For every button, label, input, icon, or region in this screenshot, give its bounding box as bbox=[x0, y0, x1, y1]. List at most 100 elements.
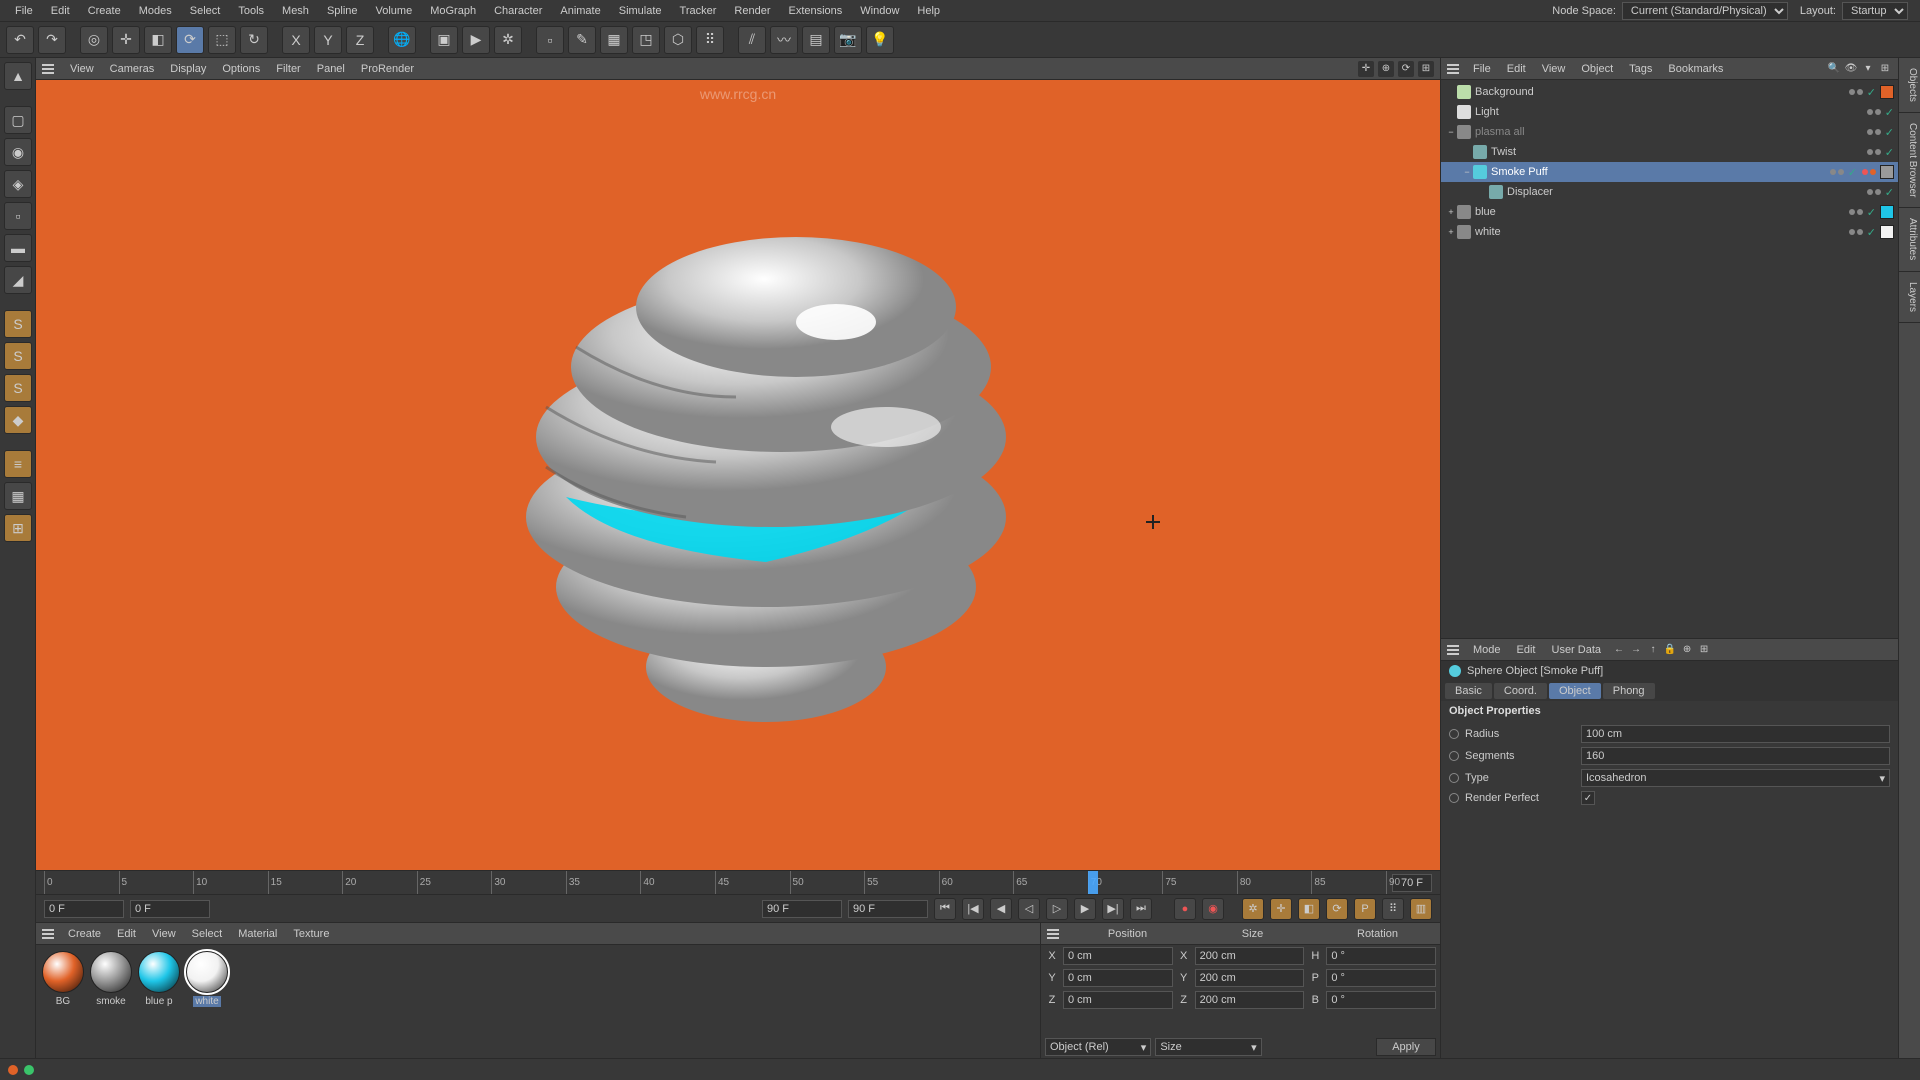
viewport-menu-filter[interactable]: Filter bbox=[268, 60, 308, 78]
tree-expand-icon[interactable]: + bbox=[1445, 227, 1457, 237]
snap2-button[interactable]: S bbox=[4, 374, 32, 402]
menu-tracker[interactable]: Tracker bbox=[671, 2, 726, 20]
menu-create[interactable]: Create bbox=[79, 2, 130, 20]
render-settings-button[interactable]: ✲ bbox=[494, 26, 522, 54]
pen-primitive-button[interactable]: ✎ bbox=[568, 26, 596, 54]
next-frame-button[interactable]: ▶ bbox=[1074, 898, 1096, 920]
field-button[interactable]: 〰 bbox=[770, 26, 798, 54]
vp-rotate-icon[interactable]: ⟳ bbox=[1398, 61, 1414, 77]
coord-apply-button[interactable]: Apply bbox=[1376, 1038, 1436, 1056]
attr-menu-mode[interactable]: Mode bbox=[1465, 641, 1509, 659]
viewport-solo3-button[interactable]: ⊞ bbox=[4, 514, 32, 542]
object-visibility-dots[interactable]: ✓ bbox=[1867, 126, 1894, 139]
attr-anim-dot[interactable] bbox=[1449, 729, 1459, 739]
tree-expand-icon[interactable]: − bbox=[1461, 167, 1473, 177]
coord-system-button[interactable]: 🌐 bbox=[388, 26, 416, 54]
object-visibility-dots[interactable]: ✓ bbox=[1849, 206, 1876, 219]
menu-spline[interactable]: Spline bbox=[318, 2, 367, 20]
layout-selector[interactable]: Layout: Startup bbox=[1794, 0, 1914, 23]
y-axis-button[interactable]: Y bbox=[314, 26, 342, 54]
node-space-selector[interactable]: Node Space: Current (Standard/Physical) bbox=[1546, 0, 1794, 23]
attr-max-icon[interactable]: ⊞ bbox=[1697, 643, 1711, 657]
objmgr-search-icon[interactable]: 🔍 bbox=[1827, 62, 1841, 76]
material-hamburger-icon[interactable] bbox=[42, 929, 54, 939]
object-smoke-puff[interactable]: −Smoke Puff✓ bbox=[1441, 162, 1898, 182]
poly-mode-button[interactable]: ◢ bbox=[4, 266, 32, 294]
coord-size-input[interactable]: 200 cm bbox=[1195, 991, 1305, 1009]
rot-key-button[interactable]: ⟳ bbox=[1326, 898, 1348, 920]
vp-zoom-icon[interactable]: ⊕ bbox=[1378, 61, 1394, 77]
material-tag-icon[interactable] bbox=[1880, 85, 1894, 99]
object-visibility-dots[interactable]: ✓ bbox=[1849, 86, 1876, 99]
objmgr-menu-bookmarks[interactable]: Bookmarks bbox=[1660, 60, 1731, 78]
render-view-button[interactable]: ▣ bbox=[430, 26, 458, 54]
coord-pos-input[interactable]: 0 cm bbox=[1063, 947, 1173, 965]
scale-tool-button[interactable]: ◧ bbox=[144, 26, 172, 54]
menu-window[interactable]: Window bbox=[851, 2, 908, 20]
node-space-dropdown[interactable]: Current (Standard/Physical) bbox=[1622, 2, 1788, 20]
object-displacer[interactable]: Displacer✓ bbox=[1441, 182, 1898, 202]
point-mode-button[interactable]: ▫ bbox=[4, 202, 32, 230]
viewport[interactable]: www.rrcg.cn bbox=[36, 80, 1440, 870]
tree-expand-icon[interactable]: − bbox=[1445, 127, 1457, 137]
objmgr-filter-icon[interactable]: ▾ bbox=[1861, 62, 1875, 76]
viewport-menu-options[interactable]: Options bbox=[214, 60, 268, 78]
coord-size-input[interactable]: 200 cm bbox=[1195, 969, 1305, 987]
object-visibility-dots[interactable]: ✓ bbox=[1830, 166, 1876, 179]
vp-nav-icon[interactable]: ✛ bbox=[1358, 61, 1374, 77]
viewport-hamburger-icon[interactable] bbox=[42, 64, 54, 74]
attr-hamburger-icon[interactable] bbox=[1447, 645, 1459, 655]
object-plasma-all[interactable]: −plasma all✓ bbox=[1441, 122, 1898, 142]
material-bg[interactable]: BG bbox=[42, 951, 84, 1007]
timeline[interactable]: 051015202530354045505560657075808590 70 … bbox=[36, 870, 1440, 894]
object-twist[interactable]: Twist✓ bbox=[1441, 142, 1898, 162]
goto-start-button[interactable]: ⏮ bbox=[934, 898, 956, 920]
locked-tool-button[interactable]: ↻ bbox=[240, 26, 268, 54]
enable-axis-button[interactable]: S bbox=[4, 310, 32, 338]
pos-key-button[interactable]: ✛ bbox=[1270, 898, 1292, 920]
bend-deformer-button[interactable]: ⫽ bbox=[738, 26, 766, 54]
live-select-button[interactable]: ◎ bbox=[80, 26, 108, 54]
menu-volume[interactable]: Volume bbox=[367, 2, 422, 20]
objmgr-menu-file[interactable]: File bbox=[1465, 60, 1499, 78]
viewport-menu-view[interactable]: View bbox=[62, 60, 102, 78]
object-visibility-dots[interactable]: ✓ bbox=[1849, 226, 1876, 239]
coord-size-input[interactable]: 200 cm bbox=[1195, 947, 1305, 965]
material-blue-p[interactable]: blue p bbox=[138, 951, 180, 1007]
material-menu-texture[interactable]: Texture bbox=[285, 925, 337, 943]
attr-input[interactable]: 160 bbox=[1581, 747, 1890, 765]
objmgr-hamburger-icon[interactable] bbox=[1447, 64, 1459, 74]
side-tab-objects[interactable]: Objects bbox=[1899, 58, 1920, 113]
coord-mode1-select[interactable]: Object (Rel)▾ bbox=[1045, 1038, 1151, 1056]
objmgr-menu-edit[interactable]: Edit bbox=[1499, 60, 1534, 78]
material-white[interactable]: white bbox=[186, 951, 228, 1007]
attr-fwd-icon[interactable]: → bbox=[1629, 643, 1643, 657]
material-smoke[interactable]: smoke bbox=[90, 951, 132, 1007]
coord-hamburger-icon[interactable] bbox=[1047, 929, 1059, 939]
material-menu-create[interactable]: Create bbox=[60, 925, 109, 943]
param-key-button[interactable]: P bbox=[1354, 898, 1376, 920]
objmgr-menu-view[interactable]: View bbox=[1534, 60, 1574, 78]
play-forward-button[interactable]: ▷ bbox=[1046, 898, 1068, 920]
array-button[interactable]: ⬡ bbox=[664, 26, 692, 54]
camera-button[interactable]: 📷 bbox=[834, 26, 862, 54]
recent-tool-button[interactable]: ⬚ bbox=[208, 26, 236, 54]
viewport-menu-prorender[interactable]: ProRender bbox=[353, 60, 422, 78]
model-mode-button[interactable]: ▢ bbox=[4, 106, 32, 134]
object-tree[interactable]: Background✓Light✓−plasma all✓Twist✓−Smok… bbox=[1441, 80, 1898, 638]
undo-button[interactable]: ↶ bbox=[6, 26, 34, 54]
material-tag-icon[interactable] bbox=[1880, 205, 1894, 219]
coord-pos-input[interactable]: 0 cm bbox=[1063, 991, 1173, 1009]
attr-lock-icon[interactable]: 🔒 bbox=[1663, 643, 1677, 657]
prev-frame-button[interactable]: ◀ bbox=[990, 898, 1012, 920]
menu-select[interactable]: Select bbox=[181, 2, 230, 20]
menu-modes[interactable]: Modes bbox=[130, 2, 181, 20]
viewport-solo-button[interactable]: ≡ bbox=[4, 450, 32, 478]
side-tab-content-browser[interactable]: Content Browser bbox=[1899, 113, 1920, 208]
attr-anim-dot[interactable] bbox=[1449, 793, 1459, 803]
attr-checkbox[interactable]: ✓ bbox=[1581, 791, 1595, 805]
record-key-button[interactable]: ● bbox=[1174, 898, 1196, 920]
side-tab-layers[interactable]: Layers bbox=[1899, 272, 1920, 323]
material-tag-icon[interactable] bbox=[1880, 225, 1894, 239]
attr-tab-coord[interactable]: Coord. bbox=[1494, 683, 1547, 699]
